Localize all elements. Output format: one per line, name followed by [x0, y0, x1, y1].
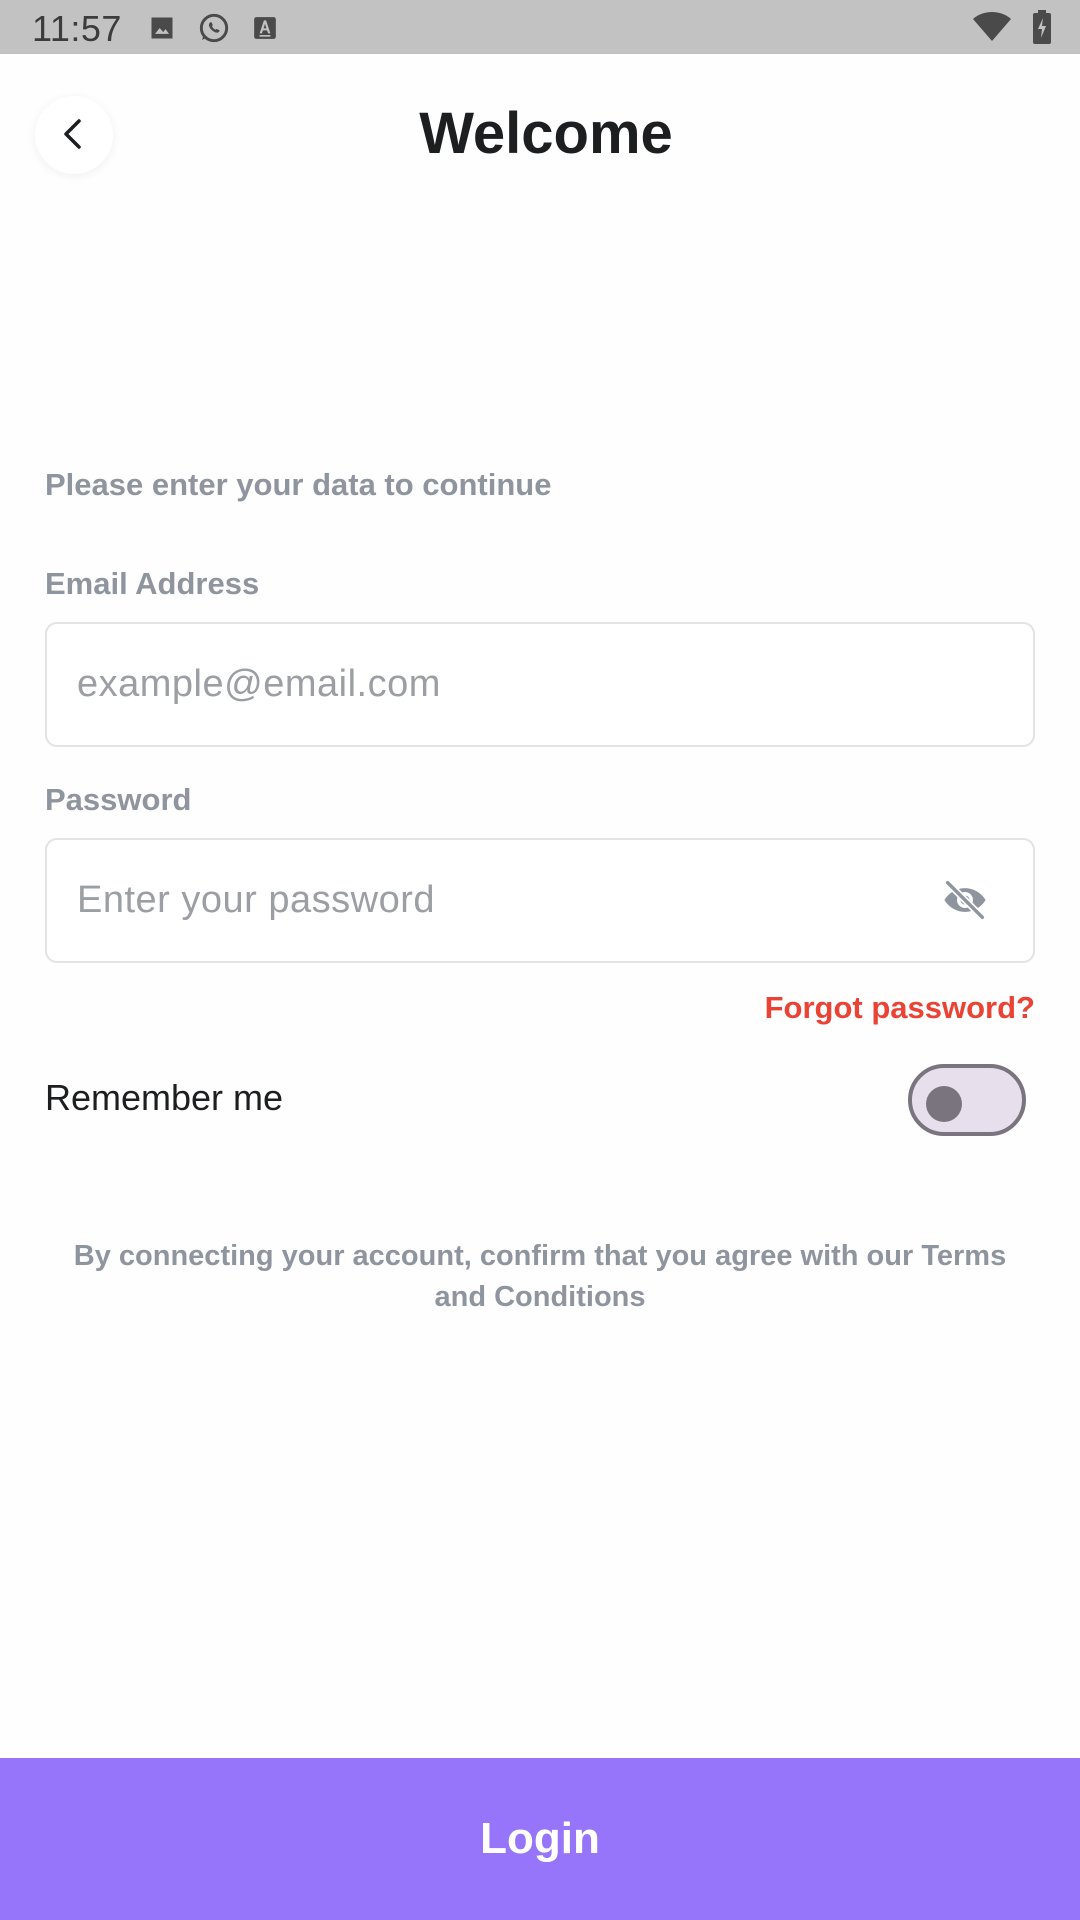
login-screen: 11:57 Welcome Please enter your data to …	[0, 0, 1080, 1920]
terms-text: By connecting your account, confirm that…	[73, 1240, 1007, 1313]
status-system-icons	[972, 10, 1052, 49]
email-field-container	[45, 622, 1035, 747]
status-bar: 11:57	[0, 0, 1080, 54]
battery-charging-icon	[1032, 10, 1052, 49]
forgot-password-link[interactable]: Forgot password?	[765, 990, 1035, 1026]
password-field-container	[45, 838, 1035, 963]
remember-me-label: Remember me	[45, 1077, 284, 1118]
status-time: 11:57	[32, 8, 122, 49]
login-button[interactable]: Login	[0, 1758, 1080, 1920]
email-label: Email Address	[45, 566, 260, 601]
password-label: Password	[45, 782, 192, 817]
image-icon	[148, 14, 176, 47]
whatsapp-icon	[198, 12, 230, 49]
remember-me-toggle[interactable]	[908, 1064, 1026, 1136]
email-input[interactable]	[77, 624, 927, 745]
keyboard-icon	[252, 15, 278, 46]
eye-off-icon	[939, 874, 991, 931]
form-subtitle: Please enter your data to continue	[45, 467, 552, 502]
toggle-password-visibility-button[interactable]	[939, 876, 991, 928]
toggle-knob	[926, 1086, 962, 1122]
password-input[interactable]	[77, 840, 927, 961]
page-title: Welcome	[419, 101, 673, 166]
status-notification-icons	[148, 12, 278, 49]
wifi-icon	[972, 11, 1012, 48]
